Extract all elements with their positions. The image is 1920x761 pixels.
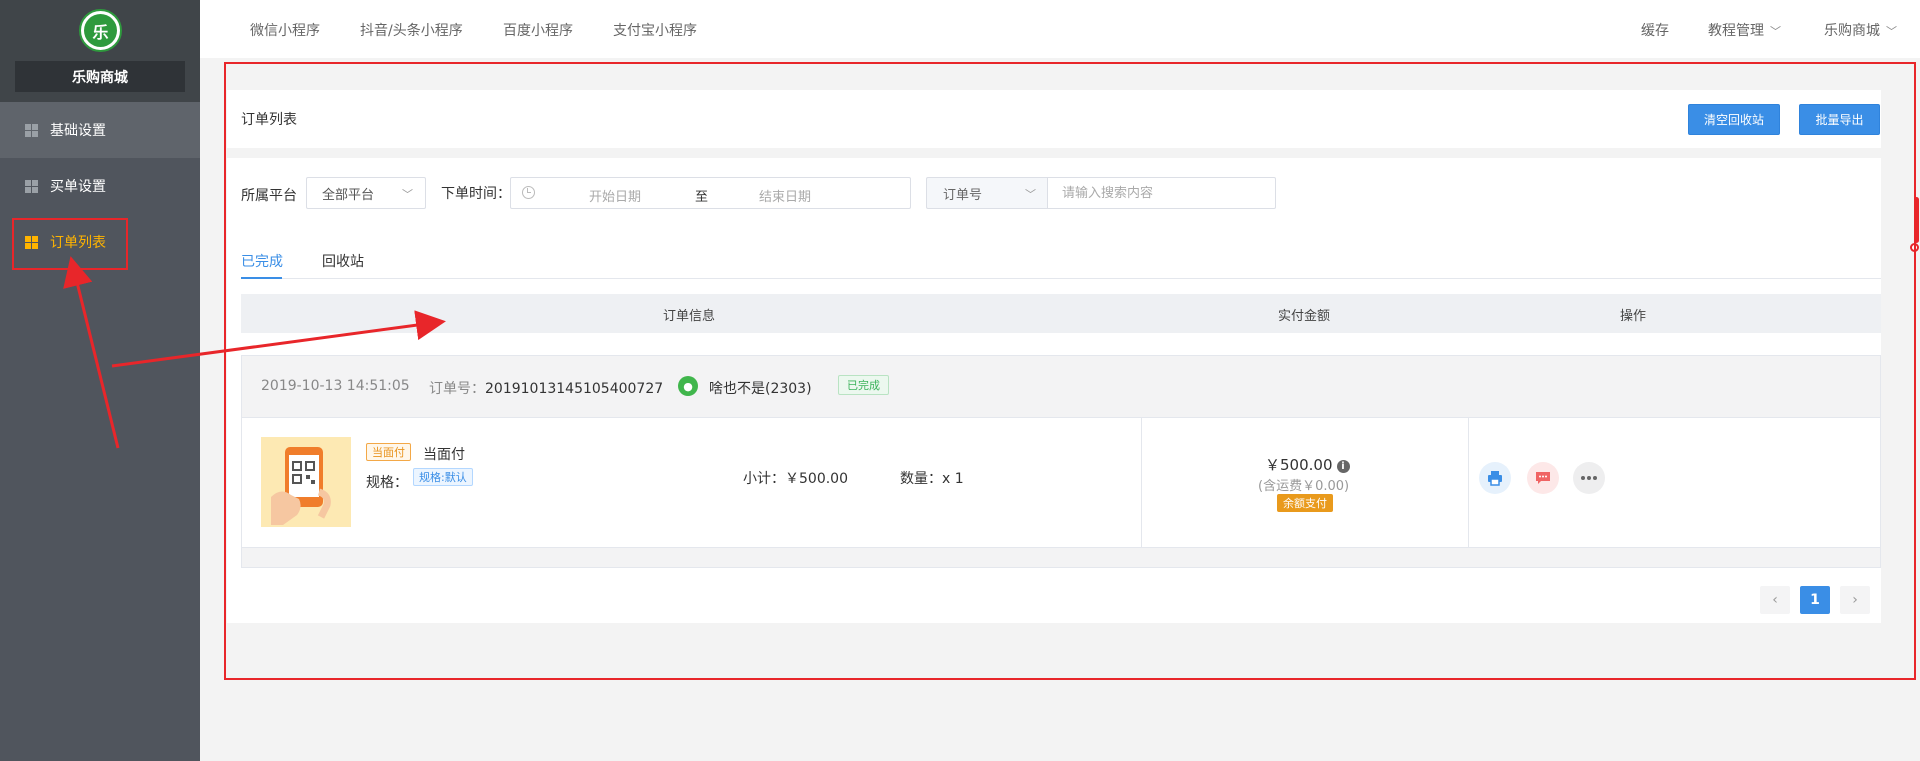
shop-logo-mark: 乐 [84, 14, 117, 47]
nav-tab-wechat[interactable]: 微信小程序 [250, 20, 320, 40]
info-icon[interactable]: i [1336, 460, 1350, 473]
scroll-marker [1910, 243, 1919, 252]
nav-shop-menu[interactable]: 乐购商城 ﹀ [1824, 20, 1897, 40]
tab-active-indicator [241, 277, 282, 279]
top-nav: 微信小程序 抖音/头条小程序 百度小程序 支付宝小程序 缓存 教程管理 ﹀ 乐购商… [200, 0, 1920, 58]
chevron-down-icon: ﹀ [1886, 25, 1897, 38]
sidebar-item-label: 订单列表 [50, 235, 106, 251]
column-divider [1141, 417, 1142, 548]
printer-icon [1488, 471, 1502, 486]
platform-select[interactable]: 全部平台 ﹀ [306, 177, 426, 209]
chevron-down-icon: ﹀ [402, 188, 413, 201]
shop-name: 乐购商城 [15, 61, 185, 92]
column-header-actions: 操作 [1620, 309, 1647, 324]
order-no: 订单号：20191013145105400727 [429, 378, 663, 398]
nav-tab-baidu[interactable]: 百度小程序 [503, 20, 573, 40]
nav-tutorial-menu[interactable]: 教程管理 ﹀ [1708, 20, 1781, 40]
shop-logo[interactable]: 乐 [79, 9, 122, 52]
pagination-prev[interactable]: ‹ [1760, 586, 1790, 614]
nav-cache[interactable]: 缓存 [1641, 20, 1669, 40]
grid-icon [25, 123, 38, 137]
scrollbar[interactable] [1912, 58, 1920, 761]
nav-shop-label: 乐购商城 [1824, 23, 1880, 39]
product-image[interactable] [261, 437, 351, 527]
search-field-select[interactable]: 订单号 ﹀ [926, 177, 1048, 209]
pagination-page[interactable]: 1 [1800, 586, 1830, 614]
platform-label: 所属平台 [241, 188, 297, 204]
search-field-value: 订单号 [943, 187, 983, 203]
nav-tab-douyin[interactable]: 抖音/头条小程序 [360, 20, 463, 40]
column-header-paid-amount: 实付金额 [1278, 309, 1331, 324]
clock-icon [522, 186, 535, 199]
sidebar-item-basic-settings[interactable]: 基础设置 [0, 102, 200, 158]
grid-icon [25, 179, 38, 193]
order-status-badge: 已完成 [838, 375, 889, 395]
title-panel [227, 90, 1881, 148]
logo-area: 乐 乐购商城 [0, 0, 200, 102]
tab-completed[interactable]: 已完成 [241, 251, 283, 271]
order-no-label: 订单号： [429, 381, 485, 397]
wechat-icon: ● [678, 376, 698, 396]
grid-icon [25, 235, 38, 249]
search-input[interactable] [1047, 177, 1276, 209]
more-icon [1581, 476, 1597, 480]
product-name: 当面付 [423, 447, 465, 463]
date-range-picker[interactable]: 开始日期 至 结束日期 [510, 177, 911, 209]
batch-export-button[interactable]: 批量导出 [1799, 104, 1880, 135]
product-type-tag: 当面付 [366, 443, 411, 461]
order-no-value: 20191013145105400727 [485, 381, 664, 397]
sidebar-item-payment-settings[interactable]: 买单设置 [0, 158, 200, 214]
more-button[interactable] [1573, 462, 1605, 494]
print-button[interactable] [1479, 462, 1511, 494]
start-date-input[interactable]: 开始日期 [589, 186, 641, 205]
message-button[interactable] [1527, 462, 1559, 494]
table-header: 订单信息 实付金额 操作 [241, 294, 1881, 333]
tab-divider [241, 278, 1881, 279]
tab-recycle-bin[interactable]: 回收站 [322, 251, 364, 271]
payment-method-badge: 余额支付 [1277, 494, 1333, 512]
nav-tutorial-label: 教程管理 [1708, 23, 1764, 39]
paid-amount: ￥500.00 i [1265, 454, 1350, 475]
spec-tag: 规格:默认 [413, 468, 473, 486]
spec-label: 规格： [366, 475, 408, 491]
nav-tab-alipay[interactable]: 支付宝小程序 [613, 20, 697, 40]
scrollbar-thumb[interactable] [1914, 197, 1919, 243]
sidebar-item-label: 基础设置 [50, 123, 106, 139]
page-title: 订单列表 [241, 112, 297, 128]
column-header-order-info: 订单信息 [663, 309, 716, 324]
paid-amount-value: ￥500.00 [1265, 456, 1333, 474]
order-user: 啥也不是(2303) [709, 381, 812, 397]
message-icon [1536, 472, 1550, 484]
chevron-down-icon: ﹀ [1025, 188, 1036, 201]
order-time: 2019-10-13 14:51:05 [261, 378, 410, 394]
freight-note: (含运费￥0.00) [1258, 479, 1350, 494]
order-time-label: 下单时间： [441, 186, 511, 202]
date-range-separator: 至 [695, 190, 709, 205]
order-item-row [242, 417, 1880, 548]
subtotal: 小计：￥500.00 [743, 471, 848, 487]
chevron-down-icon: ﹀ [1770, 25, 1781, 38]
column-divider [1468, 417, 1469, 548]
sidebar: 乐 乐购商城 基础设置 买单设置 订单列表 [0, 0, 200, 761]
sidebar-item-order-list[interactable]: 订单列表 [0, 214, 200, 270]
end-date-input[interactable]: 结束日期 [759, 186, 811, 205]
sidebar-item-label: 买单设置 [50, 179, 106, 195]
pagination-next[interactable]: › [1840, 586, 1870, 614]
clear-recycle-bin-button[interactable]: 清空回收站 [1688, 104, 1780, 135]
platform-select-value: 全部平台 [322, 187, 375, 203]
quantity: 数量：x 1 [900, 471, 964, 487]
